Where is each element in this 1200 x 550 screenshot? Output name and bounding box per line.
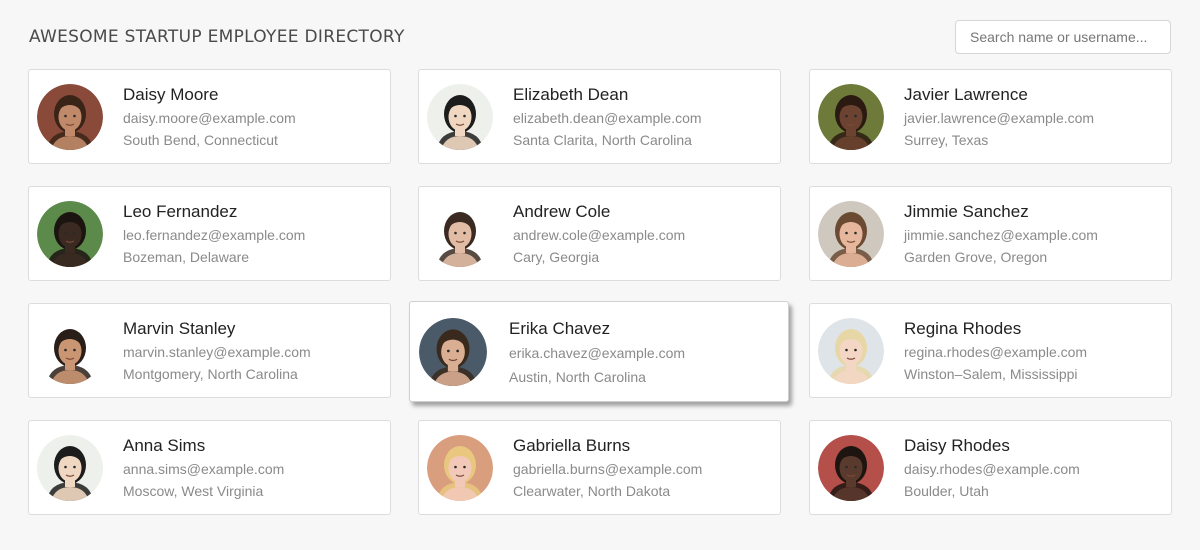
avatar [37,201,103,267]
employee-location: South Bend, Connecticut [123,132,278,148]
avatar [818,318,884,384]
employee-card[interactable]: Andrew Cole andrew.cole@example.com Cary, … [418,186,781,281]
employee-card[interactable]: Daisy Rhodes daisy.rhodes@example.com Boul… [809,420,1172,515]
employee-grid: Daisy Moore daisy.moore@example.com South … [0,0,1200,550]
employee-name: Marvin Stanley [123,319,236,338]
employee-card[interactable]: Anna Sims anna.sims@example.com Moscow, We… [28,420,391,515]
employee-card[interactable]: Regina Rhodes regina.rhodes@example.com Wi… [809,303,1172,398]
employee-location: Garden Grove, Oregon [904,249,1048,265]
employee-email: andrew.cole@example.com [513,227,686,243]
employee-name: Jimmie Sanchez [904,202,1029,221]
avatar [427,201,493,267]
employee-email: gabriella.burns@example.com [513,461,703,477]
employee-email: javier.lawrence@example.com [904,110,1095,126]
avatar [37,435,103,501]
employee-email: erika.chavez@example.com [509,345,686,361]
employee-email: elizabeth.dean@example.com [513,110,702,126]
employee-card[interactable]: Marvin Stanley marvin.stanley@example.com… [28,303,391,398]
avatar [818,84,884,150]
employee-card[interactable]: Elizabeth Dean elizabeth.dean@example.com… [418,69,781,164]
employee-email: daisy.moore@example.com [123,110,296,126]
avatar [37,84,103,150]
employee-name: Daisy Moore [123,85,219,104]
employee-card[interactable]: Jimmie Sanchez jimmie.sanchez@example.com… [809,186,1172,281]
employee-name: Regina Rhodes [904,319,1022,338]
employee-name: Javier Lawrence [904,85,1028,104]
employee-card[interactable]: Daisy Moore daisy.moore@example.com South … [28,69,391,164]
employee-email: jimmie.sanchez@example.com [904,227,1098,243]
employee-location: Austin, North Carolina [509,369,646,385]
employee-location: Surrey, Texas [904,132,989,148]
employee-card[interactable]: Gabriella Burns gabriella.burns@example.c… [418,420,781,515]
employee-name: Elizabeth Dean [513,85,629,104]
avatar [427,435,493,501]
employee-email: marvin.stanley@example.com [123,344,311,360]
employee-name: Erika Chavez [509,319,611,338]
employee-location: Cary, Georgia [513,249,600,265]
employee-location: Santa Clarita, North Carolina [513,132,692,148]
employee-card[interactable]: Erika Chavez erika.chavez@example.com Aust… [409,301,789,402]
employee-name: Anna Sims [123,436,206,455]
employee-email: daisy.rhodes@example.com [904,461,1080,477]
employee-name: Gabriella Burns [513,436,631,455]
employee-email: leo.fernandez@example.com [123,227,306,243]
employee-card[interactable]: Javier Lawrence javier.lawrence@example.c… [809,69,1172,164]
employee-location: Moscow, West Virginia [123,483,264,499]
avatar [37,318,103,384]
employee-email: anna.sims@example.com [123,461,285,477]
employee-name: Daisy Rhodes [904,436,1010,455]
employee-location: Winston–Salem, Mississippi [904,366,1078,382]
employee-location: Bozeman, Delaware [123,249,250,265]
avatar [427,84,493,150]
employee-name: Leo Fernandez [123,202,238,221]
employee-email: regina.rhodes@example.com [904,344,1088,360]
employee-location: Montgomery, North Carolina [123,366,298,382]
employee-location: Clearwater, North Dakota [513,483,671,499]
avatar [818,435,884,501]
employee-name: Andrew Cole [513,202,611,221]
avatar [419,318,487,386]
employee-location: Boulder, Utah [904,483,989,499]
employee-card[interactable]: Leo Fernandez leo.fernandez@example.com Bo… [28,186,391,281]
avatar [818,201,884,267]
